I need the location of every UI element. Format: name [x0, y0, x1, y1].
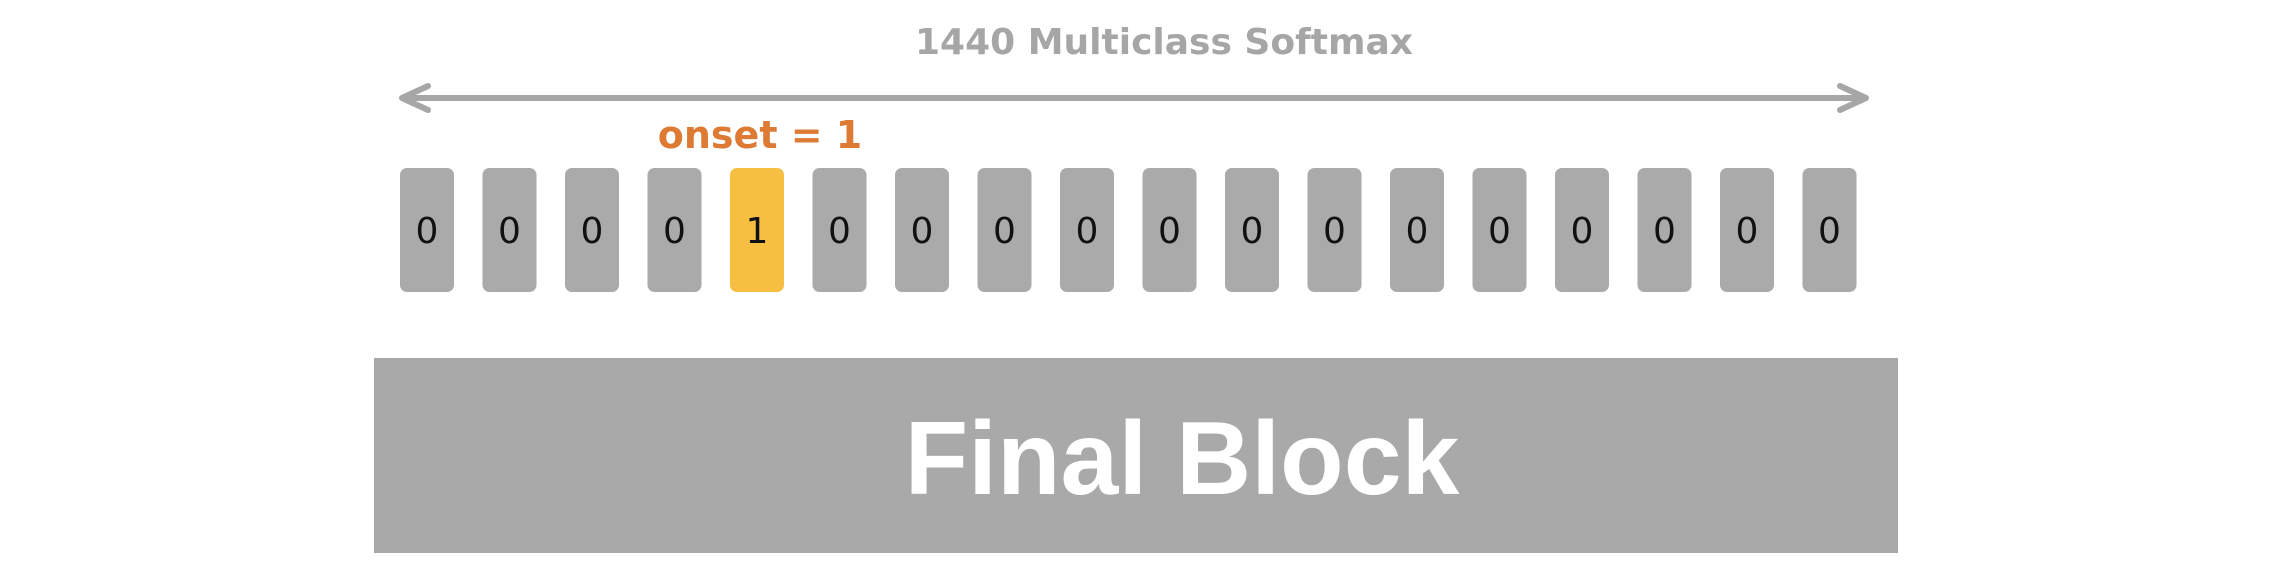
output-cell-value: 0 [581, 211, 604, 252]
output-cell-value: 0 [1488, 211, 1511, 252]
output-cell: 0 [565, 168, 619, 292]
output-cell-value: 1 [746, 211, 769, 252]
output-cell: 0 [1060, 168, 1114, 292]
output-cell: 0 [647, 168, 702, 292]
output-cell-value: 0 [416, 211, 439, 252]
output-cell: 0 [1720, 168, 1774, 292]
output-cell: 0 [1555, 168, 1609, 292]
output-cell-value: 0 [1406, 211, 1429, 252]
output-cells: 0 0 0 0 1 0 0 0 0 0 0 0 0 0 0 0 0 0 [400, 168, 1857, 292]
output-cell-active: 1 [730, 168, 784, 292]
output-cell: 0 [977, 168, 1032, 292]
output-cell-value: 0 [1158, 211, 1181, 252]
output-cell-value: 0 [1736, 211, 1759, 252]
output-cell-value: 0 [911, 211, 934, 252]
output-cell: 0 [1390, 168, 1444, 292]
output-cell-value: 0 [828, 211, 851, 252]
output-cell: 0 [1472, 168, 1527, 292]
output-cell: 0 [1637, 168, 1692, 292]
output-cell-value: 0 [1571, 211, 1594, 252]
output-cell-value: 0 [1076, 211, 1099, 252]
output-cell-value: 0 [498, 211, 521, 252]
span-arrow [399, 83, 1869, 113]
output-cell: 0 [1802, 168, 1857, 292]
softmax-title: 1440 Multiclass Softmax [915, 22, 1413, 63]
final-block-label: Final Block [905, 401, 1460, 517]
output-cell: 0 [1225, 168, 1279, 292]
output-cell: 0 [400, 168, 454, 292]
output-cell: 0 [895, 168, 949, 292]
output-cell-value: 0 [1653, 211, 1676, 252]
output-cell: 0 [812, 168, 867, 292]
output-cell: 0 [482, 168, 537, 292]
output-cell-value: 0 [1241, 211, 1264, 252]
onset-label: onset = 1 [658, 113, 862, 157]
output-cell-value: 0 [993, 211, 1016, 252]
output-cell-value: 0 [1323, 211, 1346, 252]
softmax-diagram: 1440 Multiclass Softmax onset = 1 000010… [374, 22, 1898, 553]
output-cell-value: 0 [1818, 211, 1841, 252]
output-cell: 0 [1307, 168, 1362, 292]
output-cell: 0 [1142, 168, 1197, 292]
output-cell-value: 0 [663, 211, 686, 252]
